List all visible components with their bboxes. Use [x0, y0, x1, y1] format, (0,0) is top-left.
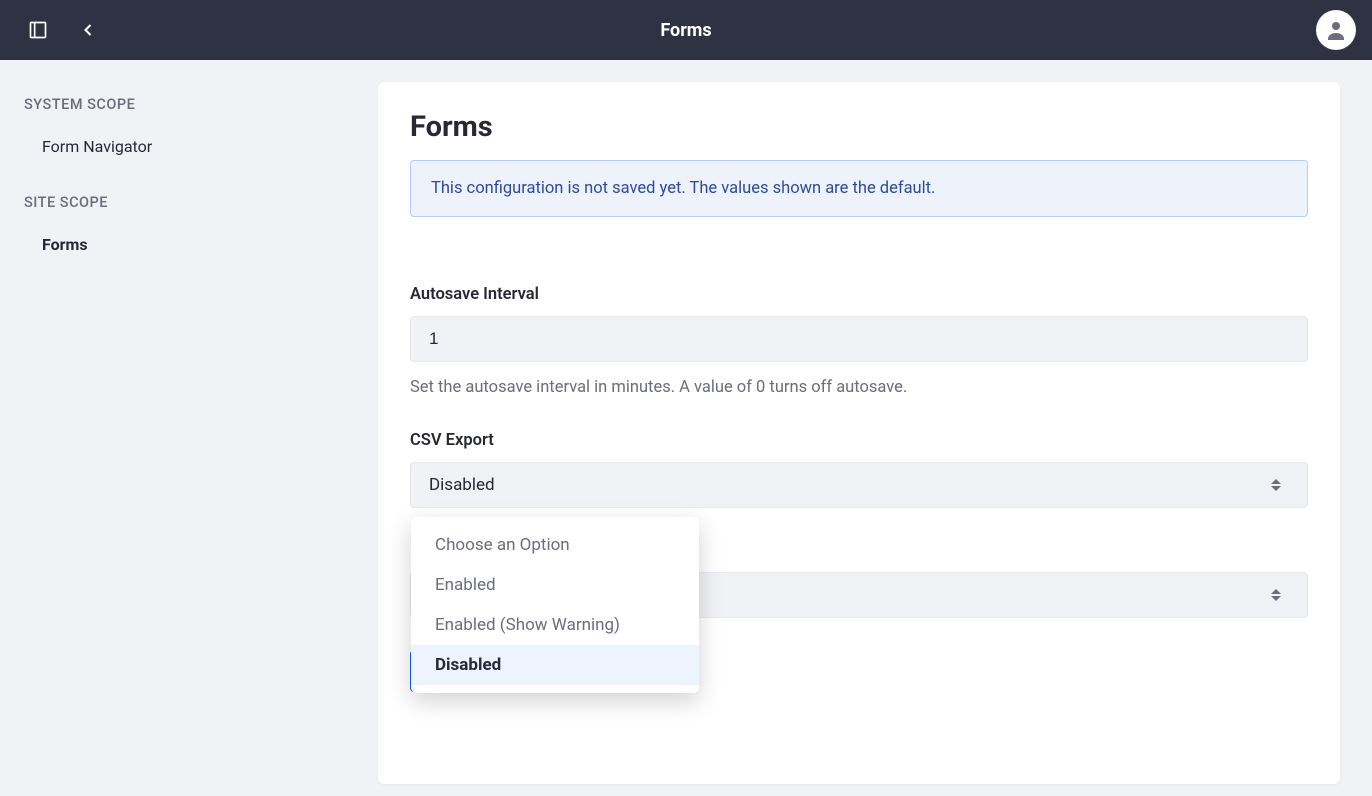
csv-export-field-group: CSV Export Disabled Choose an Option Ena… — [410, 431, 1308, 508]
top-bar: Forms — [0, 0, 1372, 60]
site-scope-label: SITE SCOPE — [24, 194, 354, 211]
dropdown-option-choose[interactable]: Choose an Option — [411, 525, 699, 565]
dropdown-option-enabled[interactable]: Enabled — [411, 565, 699, 605]
autosave-label: Autosave Interval — [410, 285, 1308, 304]
sidebar: SYSTEM SCOPE Form Navigator SITE SCOPE F… — [0, 60, 378, 796]
csv-export-selected: Disabled — [429, 475, 495, 495]
autosave-input[interactable] — [410, 316, 1308, 362]
csv-export-label: CSV Export — [410, 431, 1308, 450]
avatar[interactable] — [1316, 10, 1356, 50]
dropdown-option-enabled-warning[interactable]: Enabled (Show Warning) — [411, 605, 699, 645]
sort-arrows-icon — [1271, 474, 1289, 496]
back-icon[interactable] — [72, 14, 104, 46]
page-title: Forms — [0, 20, 1372, 41]
sidebar-item-forms[interactable]: Forms — [24, 225, 354, 264]
info-banner: This configuration is not saved yet. The… — [410, 160, 1308, 217]
dropdown-option-disabled[interactable]: Disabled — [411, 645, 699, 685]
csv-export-dropdown: Choose an Option Enabled Enabled (Show W… — [411, 517, 699, 693]
system-scope-label: SYSTEM SCOPE — [24, 96, 354, 113]
sidebar-item-form-navigator[interactable]: Form Navigator — [24, 127, 354, 166]
autosave-help: Set the autosave interval in minutes. A … — [410, 378, 1308, 397]
autosave-field-group: Autosave Interval Set the autosave inter… — [410, 285, 1308, 397]
panel-toggle-icon[interactable] — [22, 14, 54, 46]
sort-arrows-icon — [1271, 584, 1289, 606]
csv-export-select[interactable]: Disabled Choose an Option Enabled Enable… — [410, 462, 1308, 508]
panel-title: Forms — [410, 110, 1308, 144]
settings-panel: Forms This configuration is not saved ye… — [378, 82, 1340, 784]
topbar-left — [22, 14, 104, 46]
layout: SYSTEM SCOPE Form Navigator SITE SCOPE F… — [0, 60, 1372, 796]
